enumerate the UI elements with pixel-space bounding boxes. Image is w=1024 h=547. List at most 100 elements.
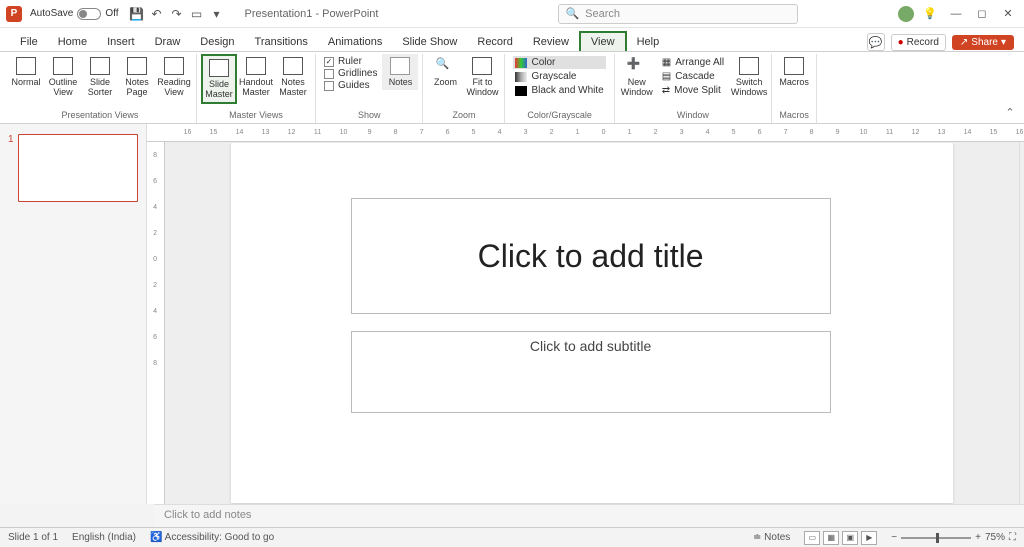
search-input[interactable]: 🔍 Search [558, 4, 798, 24]
tab-insert[interactable]: Insert [97, 33, 145, 51]
slide-master-button[interactable]: Slide Master [201, 54, 237, 104]
minimize-button[interactable]: — [946, 4, 966, 24]
ribbon-tabs: File Home Insert Draw Design Transitions… [0, 28, 1024, 52]
cascade-button[interactable]: ▤Cascade [660, 70, 726, 83]
group-label: Window [677, 110, 709, 122]
subtitle-placeholder-text: Click to add subtitle [530, 338, 651, 354]
record-button[interactable]: ●Record [891, 34, 946, 51]
outline-view-button[interactable]: Outline View [45, 54, 81, 100]
tab-animations[interactable]: Animations [318, 33, 392, 51]
zoom-percent[interactable]: 75% [985, 532, 1005, 543]
notes-button[interactable]: Notes [382, 54, 418, 90]
slideshow-view-icon[interactable]: ▶ [861, 531, 877, 545]
save-icon[interactable]: 💾 [129, 6, 145, 22]
title-placeholder-text: Click to add title [478, 238, 704, 275]
thumbnail-preview [18, 134, 138, 202]
horizontal-ruler[interactable]: 1615141312111098765432101234567891011121… [147, 124, 1024, 142]
notes-toggle[interactable]: ≐ Notes [753, 532, 790, 543]
search-placeholder: Search [585, 8, 620, 20]
tab-help[interactable]: Help [627, 33, 670, 51]
redo-icon[interactable]: ↷ [169, 6, 185, 22]
zoom-out-icon[interactable]: − [891, 532, 897, 543]
sorter-view-icon[interactable]: ▦ [823, 531, 839, 545]
ruler-checkbox[interactable]: ✓Ruler [324, 56, 377, 67]
reading-view-button[interactable]: Reading View [156, 54, 192, 100]
bw-mode-button[interactable]: Black and White [513, 84, 605, 97]
window-controls: 💡 — ◻ ✕ [898, 4, 1018, 24]
group-color-grayscale: Color Grayscale Black and White Color/Gr… [505, 54, 614, 123]
autosave-toggle[interactable]: AutoSave Off [30, 8, 119, 20]
close-button[interactable]: ✕ [998, 4, 1018, 24]
language-status[interactable]: English (India) [72, 532, 136, 543]
search-icon: 🔍 [565, 7, 579, 20]
fit-icon[interactable]: ⛶ [1009, 532, 1016, 543]
gridlines-checkbox[interactable]: Gridlines [324, 68, 377, 79]
slide-editor: 1615141312111098765432101234567891011121… [147, 124, 1024, 504]
tab-file[interactable]: File [10, 33, 48, 51]
tab-home[interactable]: Home [48, 33, 97, 51]
ribbon: Normal Outline View Slide Sorter Notes P… [0, 52, 1024, 124]
document-title: Presentation1 - PowerPoint [245, 8, 379, 20]
fit-window-button[interactable]: Fit to Window [464, 54, 500, 100]
normal-view-button[interactable]: Normal [8, 54, 44, 90]
zoom-button[interactable]: 🔍Zoom [427, 54, 463, 90]
share-button[interactable]: ↗Share▾ [952, 35, 1014, 50]
grayscale-mode-button[interactable]: Grayscale [513, 70, 605, 83]
tab-draw[interactable]: Draw [145, 33, 191, 51]
switch-windows-button[interactable]: Switch Windows [731, 54, 767, 100]
user-avatar[interactable] [898, 6, 914, 22]
arrange-all-button[interactable]: ▦Arrange All [660, 56, 726, 69]
tab-view[interactable]: View [579, 31, 627, 51]
normal-view-icon[interactable]: ▭ [804, 531, 820, 545]
macros-button[interactable]: Macros [776, 54, 812, 90]
undo-icon[interactable]: ↶ [149, 6, 165, 22]
slide-sorter-button[interactable]: Slide Sorter [82, 54, 118, 100]
group-show: ✓Ruler Gridlines Guides Notes Show [316, 54, 423, 123]
slide-number: 1 [8, 134, 14, 202]
tab-record[interactable]: Record [467, 33, 522, 51]
notes-placeholder: Click to add notes [164, 509, 251, 521]
comments-button[interactable]: 💬 [867, 33, 885, 51]
autosave-state: Off [105, 8, 118, 19]
reading-view-icon[interactable]: ▣ [842, 531, 858, 545]
move-split-button[interactable]: ⇄Move Split [660, 84, 726, 97]
group-zoom: 🔍Zoom Fit to Window Zoom [423, 54, 505, 123]
group-label: Master Views [229, 110, 283, 122]
tab-transitions[interactable]: Transitions [245, 33, 318, 51]
more-icon[interactable]: ▾ [209, 6, 225, 22]
guides-checkbox[interactable]: Guides [324, 80, 377, 91]
slide-canvas[interactable]: Click to add title Click to add subtitle [165, 142, 1019, 504]
share-label: Share [971, 37, 998, 48]
color-mode-button[interactable]: Color [513, 56, 605, 69]
group-macros: Macros Macros [772, 54, 817, 123]
slide-thumbnails-pane: 1 [0, 124, 147, 504]
tab-design[interactable]: Design [190, 33, 244, 51]
view-mode-buttons: ▭ ▦ ▣ ▶ [804, 531, 877, 545]
tab-review[interactable]: Review [523, 33, 579, 51]
zoom-in-icon[interactable]: + [975, 532, 981, 543]
quick-access-toolbar: 💾 ↶ ↷ ▭ ▾ [129, 6, 225, 22]
title-placeholder[interactable]: Click to add title [351, 198, 831, 314]
hint-icon[interactable]: 💡 [920, 4, 940, 24]
group-label: Show [358, 110, 381, 122]
slide-count[interactable]: Slide 1 of 1 [8, 532, 58, 543]
present-icon[interactable]: ▭ [189, 6, 205, 22]
accessibility-status[interactable]: ♿ Accessibility: Good to go [150, 532, 274, 543]
vertical-scrollbar[interactable] [1019, 142, 1024, 504]
zoom-slider[interactable]: − + 75% ⛶ [891, 532, 1016, 543]
maximize-button[interactable]: ◻ [972, 4, 992, 24]
app-icon: P [6, 6, 22, 22]
tab-slideshow[interactable]: Slide Show [392, 33, 467, 51]
subtitle-placeholder[interactable]: Click to add subtitle [351, 331, 831, 413]
split-icon: ⇄ [662, 85, 670, 96]
handout-master-button[interactable]: Handout Master [238, 54, 274, 100]
collapse-ribbon-button[interactable]: ⌃ [1000, 54, 1020, 123]
vertical-ruler[interactable]: 864202468 [147, 142, 165, 504]
group-label: Presentation Views [62, 110, 139, 122]
group-label: Macros [779, 110, 809, 122]
thumbnail-slide-1[interactable]: 1 [8, 134, 138, 202]
notes-master-button[interactable]: Notes Master [275, 54, 311, 100]
notes-page-button[interactable]: Notes Page [119, 54, 155, 100]
new-window-button[interactable]: ➕New Window [619, 54, 655, 100]
group-label: Zoom [452, 110, 475, 122]
